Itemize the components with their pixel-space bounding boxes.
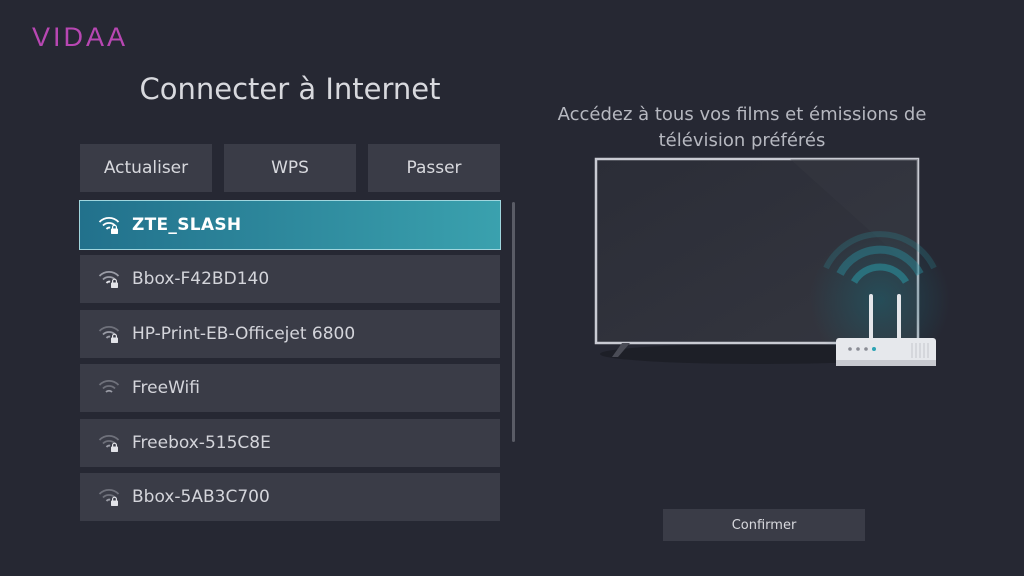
vidaa-logo: VIDAA	[32, 22, 129, 52]
wifi-lock-icon	[98, 325, 120, 343]
network-name: Freebox-515C8E	[132, 433, 271, 453]
network-item[interactable]: Bbox-5AB3C700	[80, 473, 500, 521]
wps-button[interactable]: WPS	[224, 144, 356, 192]
network-item[interactable]: ZTE_SLASH	[79, 200, 501, 250]
wifi-lock-icon	[98, 434, 120, 452]
router-antenna-left	[869, 294, 873, 340]
network-list-scrollbar[interactable]	[512, 202, 515, 442]
wifi-lock-icon	[98, 488, 120, 506]
network-item[interactable]: HP-Print-EB-Officejet 6800	[80, 310, 500, 358]
wifi-icon	[98, 379, 120, 393]
info-line-2: télévision préférés	[658, 130, 826, 151]
page-title: Connecter à Internet	[139, 72, 441, 106]
info-text: Accédez à tous vos films et émissions de…	[556, 102, 928, 154]
router-led	[848, 347, 852, 351]
wifi-lock-icon	[98, 270, 120, 288]
action-bar: Actualiser WPS Passer	[80, 144, 500, 192]
wifi-lock-icon	[98, 216, 120, 234]
refresh-button[interactable]: Actualiser	[80, 144, 212, 192]
router-led	[856, 347, 860, 351]
network-name: Bbox-5AB3C700	[132, 487, 270, 507]
router-antenna-right	[897, 294, 901, 340]
skip-button[interactable]: Passer	[368, 144, 500, 192]
network-name: FreeWifi	[132, 378, 200, 398]
network-item[interactable]: Bbox-F42BD140	[80, 255, 500, 303]
network-name: ZTE_SLASH	[132, 215, 242, 235]
network-item[interactable]: Freebox-515C8E	[80, 419, 500, 467]
router-led-active	[872, 347, 876, 351]
network-item[interactable]: FreeWifi	[80, 364, 500, 412]
confirm-button[interactable]: Confirmer	[663, 509, 865, 541]
info-line-1: Accédez à tous vos films et émissions de	[557, 104, 927, 125]
network-name: Bbox-F42BD140	[132, 269, 270, 289]
network-name: HP-Print-EB-Officejet 6800	[132, 324, 356, 344]
router-base	[836, 360, 936, 366]
tv-router-illustration	[594, 157, 950, 370]
router-led	[864, 347, 868, 351]
